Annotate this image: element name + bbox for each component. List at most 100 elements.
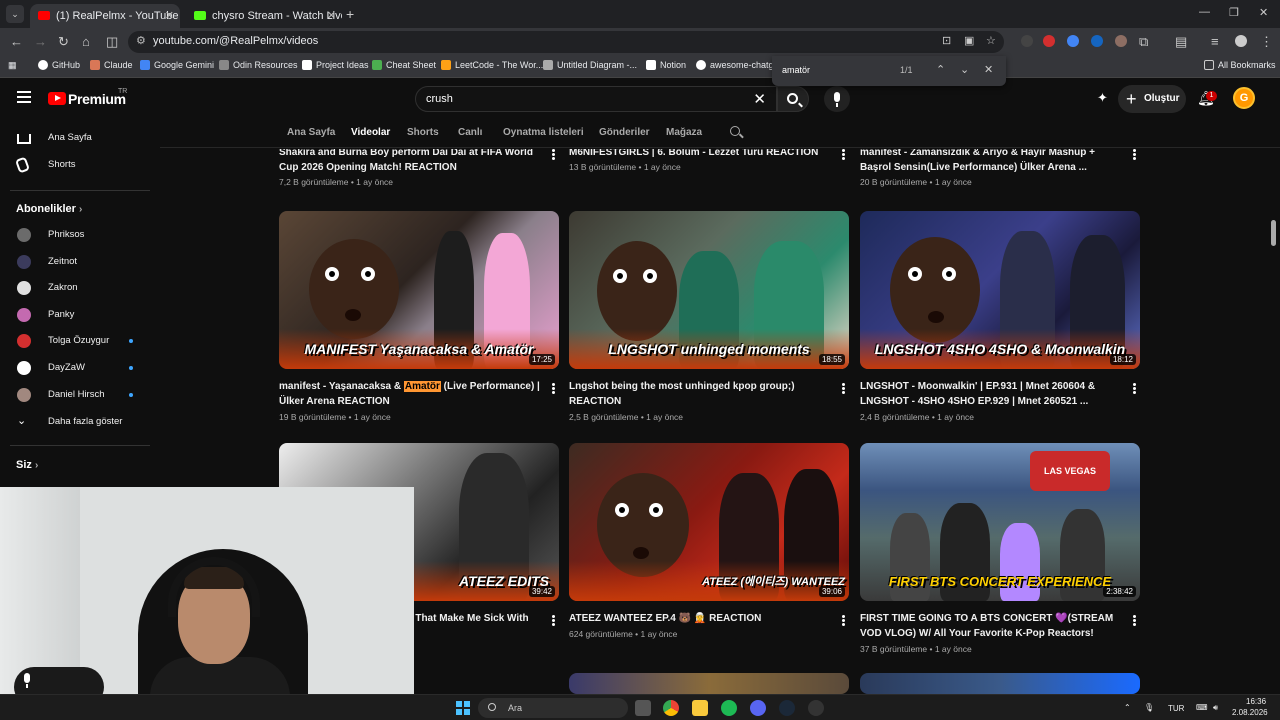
more-actions-icon[interactable] xyxy=(842,383,845,394)
address-bar[interactable]: ⚙ youtube.com/@RealPelmx/videos ⊡ ▣ ☆ xyxy=(128,31,1004,53)
voice-search-icon[interactable] xyxy=(824,86,850,112)
bookmark-gemini[interactable]: Google Gemini xyxy=(140,60,214,70)
minimize-icon[interactable]: — xyxy=(1199,6,1210,18)
video-card[interactable]: LNGSHOT unhinged moments 18:55 Lngshot b… xyxy=(569,211,849,422)
video-thumbnail[interactable]: LNGSHOT unhinged moments 18:55 xyxy=(569,211,849,369)
video-card[interactable]: Shakira and Burna Boy perform Dai Dai at… xyxy=(279,149,559,195)
app-icon[interactable] xyxy=(808,700,824,716)
bookmark-diagram[interactable]: Untitled Diagram -... xyxy=(543,60,637,70)
clock-date[interactable]: 2.08.2026 xyxy=(1232,708,1268,717)
find-close-icon[interactable]: ✕ xyxy=(984,63,993,76)
clock-time[interactable]: 16:36 xyxy=(1246,697,1266,706)
translate-icon[interactable]: ▣ xyxy=(964,34,974,47)
more-actions-icon[interactable] xyxy=(1133,383,1136,394)
site-info-icon[interactable]: ⚙ xyxy=(136,34,146,47)
task-view-icon[interactable] xyxy=(635,700,651,716)
more-actions-icon[interactable] xyxy=(842,149,845,160)
video-card[interactable]: M6NIFESTGIRLS | 6. Bölüm - Lezzet Turu R… xyxy=(569,149,849,195)
video-card[interactable]: MANIFEST Yaşanacaksa & Amatör 17:25 mani… xyxy=(279,211,559,422)
show-more-button[interactable]: ⌄ Daha fazla göster xyxy=(0,409,154,435)
you-heading[interactable]: Siz › xyxy=(16,459,38,471)
video-thumbnail[interactable]: LAS VEGAS FIRST BTS CONCERT EXPERIENCE 2… xyxy=(860,443,1140,601)
tray-chevron-icon[interactable]: ⌃ xyxy=(1124,703,1131,712)
sidebar-item-home[interactable]: Ana Sayfa xyxy=(0,125,154,151)
bookmark-odin[interactable]: Odin Resources xyxy=(219,60,298,70)
more-actions-icon[interactable] xyxy=(552,383,555,394)
sidebar-sub-item[interactable]: Panky xyxy=(0,302,154,328)
video-title[interactable]: ATEEZ WANTEEZ EP.4 🐻 🧝 REACTION xyxy=(569,611,831,626)
video-thumbnail[interactable] xyxy=(569,673,849,694)
video-card[interactable]: LAS VEGAS FIRST BTS CONCERT EXPERIENCE 2… xyxy=(860,443,1140,654)
restore-icon[interactable]: ❐ xyxy=(1229,6,1239,19)
tab-playlists[interactable]: Oynatma listeleri xyxy=(503,127,584,138)
video-thumbnail[interactable]: ATEEZ (에이티즈) WANTEEZ 39:06 xyxy=(569,443,849,601)
tab-shorts[interactable]: Shorts xyxy=(407,127,439,138)
close-tab-icon[interactable]: ✕ xyxy=(327,4,336,28)
search-button[interactable] xyxy=(777,86,809,112)
find-input[interactable]: amatör xyxy=(782,65,810,75)
more-actions-icon[interactable] xyxy=(1133,615,1136,626)
channel-search-icon[interactable] xyxy=(730,126,740,136)
extension-icon[interactable] xyxy=(1021,35,1033,47)
clear-search-icon[interactable]: ✕ xyxy=(753,90,766,108)
profile-avatar-icon[interactable] xyxy=(1235,35,1247,47)
extension-icon[interactable] xyxy=(1067,35,1079,47)
find-next-icon[interactable]: ⌄ xyxy=(960,63,969,76)
page-scrollbar[interactable] xyxy=(1271,220,1276,246)
video-title[interactable]: M6NIFESTGIRLS | 6. Bölüm - Lezzet Turu R… xyxy=(569,149,831,160)
video-thumbnail[interactable]: LNGSHOT 4SHO 4SHO & Moonwalkin 18:12 xyxy=(860,211,1140,369)
install-icon[interactable]: ⊡ xyxy=(942,34,951,47)
tab-kick[interactable]: chysro Stream - Watch Live on ✕ xyxy=(186,4,342,28)
bookmark-star-icon[interactable]: ☆ xyxy=(986,34,996,47)
input-language[interactable]: TUR xyxy=(1168,704,1184,713)
video-card[interactable]: ATEEZ (에이티즈) WANTEEZ 39:06 ATEEZ WANTEEZ… xyxy=(569,443,849,653)
close-tab-icon[interactable]: ✕ xyxy=(165,4,174,28)
sidebar-sub-item[interactable]: Zeitnot xyxy=(0,249,154,275)
windows-start-icon[interactable] xyxy=(456,701,470,715)
browser-menu-icon[interactable]: ⋮ xyxy=(1260,34,1273,50)
reload-icon[interactable]: ↻ xyxy=(58,34,69,50)
more-actions-icon[interactable] xyxy=(1133,149,1136,160)
more-actions-icon[interactable] xyxy=(552,615,555,626)
subscriptions-heading[interactable]: Abonelikler › xyxy=(16,203,82,215)
bookmark-claude[interactable]: Claude xyxy=(90,60,133,70)
video-title[interactable]: Lngshot being the most unhinged kpop gro… xyxy=(569,379,831,409)
forward-icon[interactable]: → xyxy=(34,34,47,49)
taskbar-search[interactable]: Ara xyxy=(478,698,628,718)
video-title[interactable]: s That Make Me Sick With xyxy=(407,611,547,626)
search-input[interactable]: crush ✕ xyxy=(415,86,777,112)
tab-live[interactable]: Canlı xyxy=(458,127,482,138)
extension-icon[interactable] xyxy=(1115,35,1127,47)
video-title[interactable]: FIRST TIME GOING TO A BTS CONCERT 💜(STRE… xyxy=(860,611,1122,641)
close-window-icon[interactable]: ✕ xyxy=(1259,6,1268,19)
bookmark-notion[interactable]: Notion xyxy=(646,60,686,70)
youtube-logo-icon[interactable] xyxy=(48,92,66,105)
steam-icon[interactable] xyxy=(779,700,795,716)
video-title[interactable]: LNGSHOT - Moonwalkin' | EP.931 | Mnet 26… xyxy=(860,379,1122,409)
menu-icon[interactable] xyxy=(17,91,31,103)
bookmark-project-ideas[interactable]: Project Ideas xyxy=(302,60,369,70)
volume-icon[interactable]: 🔊︎ xyxy=(1213,703,1218,713)
split-view-icon[interactable]: ◫ xyxy=(106,34,118,50)
sidebar-item-shorts[interactable]: Shorts xyxy=(0,152,154,178)
tab-youtube[interactable]: (1) RealPelmx - YouTube ✕ xyxy=(30,4,180,28)
side-panel-icon[interactable]: ▤ xyxy=(1175,34,1187,50)
tab-store[interactable]: Mağaza xyxy=(666,127,702,138)
video-card[interactable]: LNGSHOT 4SHO 4SHO & Moonwalkin 18:12 LNG… xyxy=(860,211,1140,422)
create-button[interactable]: + Oluştur xyxy=(1118,85,1186,113)
home-icon[interactable]: ⌂ xyxy=(82,34,90,49)
extension-icon[interactable] xyxy=(1091,35,1103,47)
apps-grid-icon[interactable]: ▦ xyxy=(8,60,17,71)
file-explorer-icon[interactable] xyxy=(692,700,708,716)
extensions-puzzle-icon[interactable]: ⧉ xyxy=(1139,34,1148,50)
sidebar-sub-item[interactable]: Tolga Özuygur xyxy=(0,328,154,354)
video-thumbnail[interactable] xyxy=(860,673,1140,694)
back-icon[interactable]: ← xyxy=(10,34,23,49)
extension-icon[interactable] xyxy=(1043,35,1055,47)
video-thumbnail[interactable]: MANIFEST Yaşanacaksa & Amatör 17:25 xyxy=(279,211,559,369)
bookmark-leetcode[interactable]: LeetCode - The Wor... xyxy=(441,60,543,70)
tab-videos[interactable]: Videolar xyxy=(351,127,390,138)
video-title[interactable]: manifest - Zamansızdık & Arıyo & Hayır M… xyxy=(860,149,1122,175)
cast-icon[interactable]: ✦ xyxy=(1097,90,1108,106)
discord-icon[interactable] xyxy=(750,700,766,716)
